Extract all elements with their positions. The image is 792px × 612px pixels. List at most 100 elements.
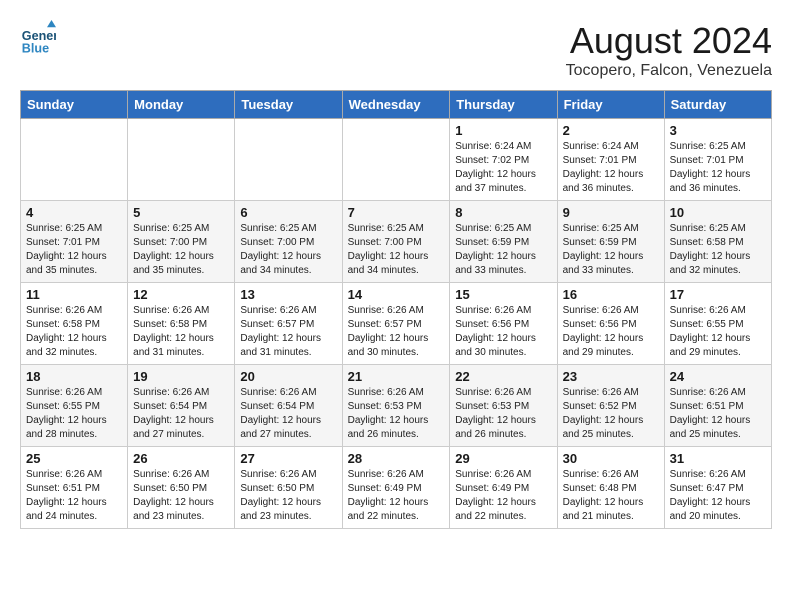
day-info: Sunrise: 6:25 AM Sunset: 7:01 PM Dayligh… [670,140,766,196]
day-info: Sunrise: 6:26 AM Sunset: 6:57 PM Dayligh… [348,304,445,360]
calendar-week-row: 11Sunrise: 6:26 AM Sunset: 6:58 PM Dayli… [21,283,772,365]
day-info: Sunrise: 6:26 AM Sunset: 6:54 PM Dayligh… [240,386,336,442]
calendar-day-cell: 28 Sunrise: 6:26 AM Sunset: 6:49 PM Dayli… [342,447,450,529]
calendar-day-cell: 8Sunrise: 6:25 AM Sunset: 6:59 PM Daylig… [450,201,557,283]
day-number: 23 [563,369,659,384]
weekday-header: Sunday [21,91,128,119]
calendar-day-cell: 13 Sunrise: 6:26 AM Sunset: 6:57 PM Dayli… [235,283,342,365]
weekday-header: Tuesday [235,91,342,119]
day-number: 21 [348,369,445,384]
calendar-day-cell: 5 Sunrise: 6:25 AM Sunset: 7:00 PM Daylig… [128,201,235,283]
day-info: Sunrise: 6:26 AM Sunset: 6:57 PM Dayligh… [240,304,336,360]
calendar-day-cell: 27 Sunrise: 6:26 AM Sunset: 6:50 PM Dayli… [235,447,342,529]
day-number: 29 [455,451,551,466]
day-number: 22 [455,369,551,384]
day-info: Sunrise: 6:26 AM Sunset: 6:53 PM Dayligh… [348,386,445,442]
day-number: 13 [240,287,336,302]
calendar-day-cell: 14Sunrise: 6:26 AM Sunset: 6:57 PM Dayli… [342,283,450,365]
logo: General Blue [20,20,56,56]
day-number: 18 [26,369,122,384]
day-info: Sunrise: 6:26 AM Sunset: 6:51 PM Dayligh… [26,468,122,524]
day-info: Sunrise: 6:25 AM Sunset: 6:59 PM Dayligh… [455,222,551,278]
page-header: General Blue August 2024 Tocopero, Falco… [20,20,772,80]
day-number: 24 [670,369,766,384]
day-info: Sunrise: 6:26 AM Sunset: 6:55 PM Dayligh… [26,386,122,442]
day-number: 31 [670,451,766,466]
calendar-day-cell: 6Sunrise: 6:25 AM Sunset: 7:00 PM Daylig… [235,201,342,283]
day-info: Sunrise: 6:26 AM Sunset: 6:50 PM Dayligh… [240,468,336,524]
day-info: Sunrise: 6:25 AM Sunset: 6:59 PM Dayligh… [563,222,659,278]
day-number: 16 [563,287,659,302]
day-number: 28 [348,451,445,466]
calendar-week-row: 18 Sunrise: 6:26 AM Sunset: 6:55 PM Dayli… [21,365,772,447]
calendar-day-cell: 3Sunrise: 6:25 AM Sunset: 7:01 PM Daylig… [664,119,771,201]
weekday-header: Monday [128,91,235,119]
day-info: Sunrise: 6:24 AM Sunset: 7:01 PM Dayligh… [563,140,659,196]
calendar-day-cell: 17Sunrise: 6:26 AM Sunset: 6:55 PM Dayli… [664,283,771,365]
day-number: 9 [563,205,659,220]
day-number: 5 [133,205,229,220]
day-info: Sunrise: 6:25 AM Sunset: 6:58 PM Dayligh… [670,222,766,278]
calendar-day-cell: 7 Sunrise: 6:25 AM Sunset: 7:00 PM Daylig… [342,201,450,283]
day-info: Sunrise: 6:26 AM Sunset: 6:58 PM Dayligh… [133,304,229,360]
calendar-day-cell: 12 Sunrise: 6:26 AM Sunset: 6:58 PM Dayli… [128,283,235,365]
calendar-day-cell: 21 Sunrise: 6:26 AM Sunset: 6:53 PM Dayli… [342,365,450,447]
day-number: 7 [348,205,445,220]
weekday-header: Friday [557,91,664,119]
day-number: 25 [26,451,122,466]
day-info: Sunrise: 6:26 AM Sunset: 6:58 PM Dayligh… [26,304,122,360]
day-info: Sunrise: 6:26 AM Sunset: 6:49 PM Dayligh… [348,468,445,524]
calendar-body: 1Sunrise: 6:24 AM Sunset: 7:02 PM Daylig… [21,119,772,529]
day-info: Sunrise: 6:26 AM Sunset: 6:48 PM Dayligh… [563,468,659,524]
day-number: 4 [26,205,122,220]
day-number: 30 [563,451,659,466]
calendar-table: SundayMondayTuesdayWednesdayThursdayFrid… [20,90,772,529]
day-info: Sunrise: 6:25 AM Sunset: 7:00 PM Dayligh… [348,222,445,278]
calendar-day-cell: 26 Sunrise: 6:26 AM Sunset: 6:50 PM Dayli… [128,447,235,529]
calendar-day-cell: 18 Sunrise: 6:26 AM Sunset: 6:55 PM Dayli… [21,365,128,447]
calendar-day-cell: 11Sunrise: 6:26 AM Sunset: 6:58 PM Dayli… [21,283,128,365]
day-number: 17 [670,287,766,302]
title-area: August 2024 Tocopero, Falcon, Venezuela [566,20,772,80]
day-info: Sunrise: 6:26 AM Sunset: 6:51 PM Dayligh… [670,386,766,442]
calendar-day-cell: 23 Sunrise: 6:26 AM Sunset: 6:52 PM Dayli… [557,365,664,447]
day-info: Sunrise: 6:26 AM Sunset: 6:50 PM Dayligh… [133,468,229,524]
weekday-header: Saturday [664,91,771,119]
day-number: 19 [133,369,229,384]
day-info: Sunrise: 6:26 AM Sunset: 6:47 PM Dayligh… [670,468,766,524]
calendar-day-cell [128,119,235,201]
calendar-day-cell: 31 Sunrise: 6:26 AM Sunset: 6:47 PM Dayli… [664,447,771,529]
weekday-header: Thursday [450,91,557,119]
day-info: Sunrise: 6:25 AM Sunset: 7:00 PM Dayligh… [133,222,229,278]
day-info: Sunrise: 6:25 AM Sunset: 7:01 PM Dayligh… [26,222,122,278]
calendar-day-cell: 15Sunrise: 6:26 AM Sunset: 6:56 PM Dayli… [450,283,557,365]
day-number: 2 [563,123,659,138]
calendar-day-cell: 1Sunrise: 6:24 AM Sunset: 7:02 PM Daylig… [450,119,557,201]
calendar-day-cell [235,119,342,201]
day-info: Sunrise: 6:26 AM Sunset: 6:49 PM Dayligh… [455,468,551,524]
day-number: 1 [455,123,551,138]
calendar-day-cell: 10Sunrise: 6:25 AM Sunset: 6:58 PM Dayli… [664,201,771,283]
calendar-day-cell [342,119,450,201]
calendar-week-row: 4 Sunrise: 6:25 AM Sunset: 7:01 PM Daylig… [21,201,772,283]
calendar-day-cell: 16 Sunrise: 6:26 AM Sunset: 6:56 PM Dayli… [557,283,664,365]
day-number: 6 [240,205,336,220]
day-number: 26 [133,451,229,466]
svg-text:Blue: Blue [22,41,49,55]
location: Tocopero, Falcon, Venezuela [566,62,772,80]
day-number: 15 [455,287,551,302]
calendar-day-cell [21,119,128,201]
logo-icon: General Blue [20,20,56,56]
day-info: Sunrise: 6:26 AM Sunset: 6:56 PM Dayligh… [563,304,659,360]
weekday-header: Wednesday [342,91,450,119]
day-info: Sunrise: 6:26 AM Sunset: 6:54 PM Dayligh… [133,386,229,442]
day-number: 12 [133,287,229,302]
calendar-day-cell: 2 Sunrise: 6:24 AM Sunset: 7:01 PM Daylig… [557,119,664,201]
calendar-week-row: 1Sunrise: 6:24 AM Sunset: 7:02 PM Daylig… [21,119,772,201]
calendar-day-cell: 30 Sunrise: 6:26 AM Sunset: 6:48 PM Dayli… [557,447,664,529]
day-info: Sunrise: 6:26 AM Sunset: 6:52 PM Dayligh… [563,386,659,442]
month-title: August 2024 [566,20,772,62]
day-info: Sunrise: 6:26 AM Sunset: 6:53 PM Dayligh… [455,386,551,442]
day-number: 27 [240,451,336,466]
calendar-day-cell: 29 Sunrise: 6:26 AM Sunset: 6:49 PM Dayli… [450,447,557,529]
